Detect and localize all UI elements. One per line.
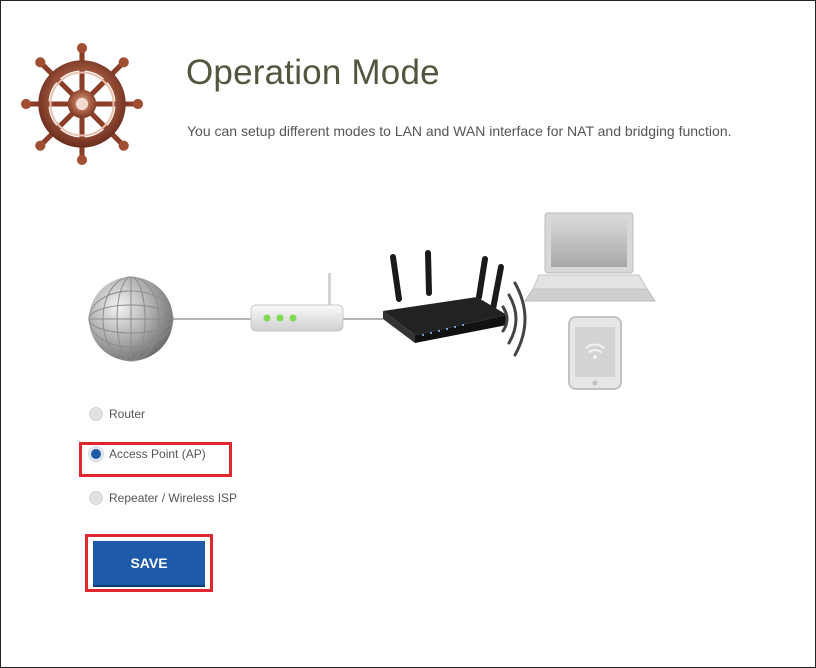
page-frame: Operation Mode You can setup different m… bbox=[0, 0, 816, 668]
page-title: Operation Mode bbox=[186, 53, 440, 92]
page-description: You can setup different modes to LAN and… bbox=[187, 123, 732, 139]
laptop-icon bbox=[524, 212, 656, 302]
repeater-label: Repeater / Wireless ISP bbox=[109, 491, 238, 505]
router-radio[interactable] bbox=[89, 407, 103, 421]
network-diagram bbox=[88, 212, 656, 390]
router-label: Router bbox=[109, 407, 146, 421]
globe-icon bbox=[88, 276, 174, 362]
access-point-highlight bbox=[79, 442, 232, 477]
repeater-radio[interactable] bbox=[89, 491, 103, 505]
router-icon bbox=[383, 250, 507, 343]
ship-wheel-icon bbox=[21, 43, 143, 165]
wifi-waves-icon bbox=[501, 281, 527, 357]
save-button[interactable]: SAVE bbox=[93, 541, 205, 585]
modem-icon bbox=[250, 273, 344, 332]
tablet-icon bbox=[568, 316, 622, 390]
mode-option-repeater[interactable]: Repeater / Wireless ISP bbox=[89, 491, 237, 505]
mode-option-router[interactable]: Router bbox=[89, 407, 145, 421]
